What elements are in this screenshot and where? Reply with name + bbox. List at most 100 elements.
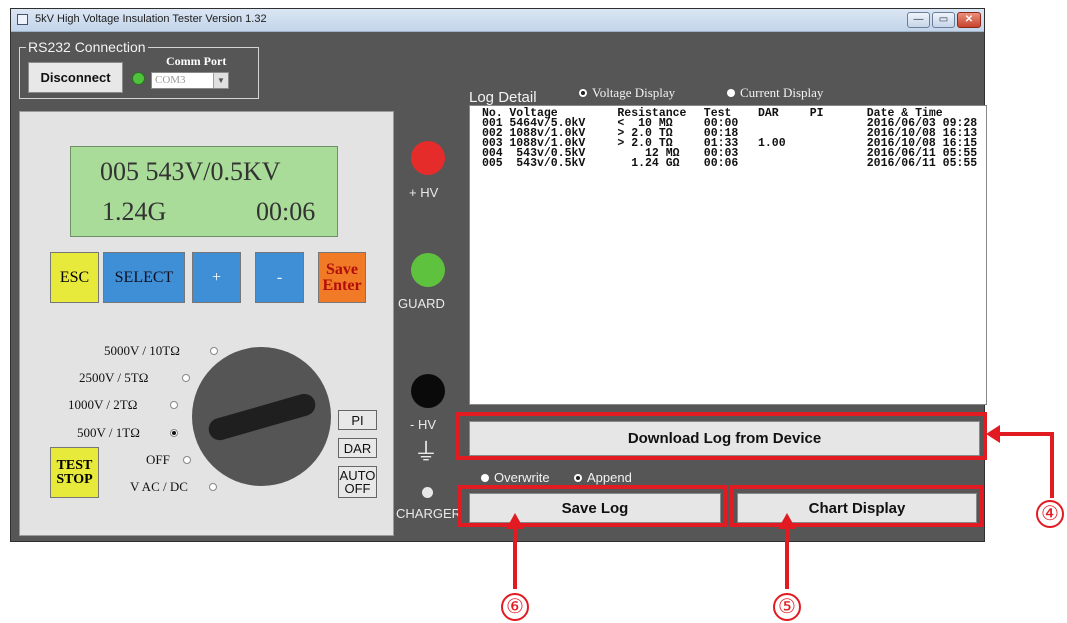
cell-no: 005 [482,157,503,170]
cell-pi [810,159,867,169]
arrow-4-horizontal [996,432,1054,436]
ground-icon: ⏚ [414,439,438,466]
cell-resistance: 1.24 GΩ [617,157,680,170]
range-off-radio[interactable] [183,456,191,464]
save-enter-button[interactable]: Save Enter [318,252,366,303]
hv-minus-terminal [411,374,445,408]
close-button[interactable]: ✕ [957,12,981,28]
highlight-chart-display [730,485,983,527]
dar-button[interactable]: DAR [338,438,377,458]
log-detail-title: Log Detail [469,89,537,106]
app-icon [17,14,28,25]
app-window: 5kV High Voltage Insulation Tester Versi… [10,8,987,542]
test-stop-label: TEST STOP [56,457,93,487]
cell-voltage: 543v/0.5kV [509,157,586,170]
esc-button[interactable]: ESC [50,252,99,303]
disconnect-button[interactable]: Disconnect [28,62,123,93]
rs232-connection-group: RS232 Connection Disconnect Comm Port CO… [19,39,259,99]
arrow-4-head [986,425,1000,443]
hv-plus-terminal [411,141,445,175]
arrow-6-shaft [513,527,517,589]
range-vacdc-label: V AC / DC [130,479,188,494]
callout-4: ④ [1036,500,1064,528]
knob-pointer [206,391,318,443]
chevron-down-icon[interactable]: ▼ [213,73,228,88]
comm-port-select[interactable]: COM3 ▼ [151,72,229,89]
range-5000v-label: 5000V / 10TΩ [104,343,180,358]
pi-button[interactable]: PI [338,410,377,430]
callout-5: ⑤ [773,593,801,621]
cell-pi [810,119,867,129]
cell-dar [758,149,810,159]
comm-port-label: Comm Port [166,54,227,68]
plus-button[interactable]: + [192,252,241,303]
highlight-download [455,412,987,460]
range-1000v-radio[interactable] [170,401,178,409]
connection-status-led [132,72,145,85]
overwrite-radio[interactable] [481,474,489,482]
auto-off-button[interactable]: AUTO OFF [338,466,377,498]
range-2500v-label: 2500V / 5TΩ [79,370,149,385]
log-detail-list[interactable]: No. Voltage Resistance Test DAR PI Date … [469,105,987,405]
guard-terminal [411,253,445,287]
append-label: Append [587,470,632,485]
guard-label: GUARD [398,296,445,311]
arrow-6-head [506,513,524,529]
test-stop-button[interactable]: TEST STOP [50,447,99,498]
minus-label: - [276,268,283,286]
charger-led [422,487,433,498]
range-vacdc-radio[interactable] [209,483,217,491]
comm-port-value: COM3 [155,74,186,86]
append-radio[interactable] [574,474,582,482]
test-label: TEST [56,457,93,473]
current-display-radio[interactable] [727,89,735,97]
cell-pi [810,129,867,139]
maximize-button[interactable]: ▭ [932,12,955,28]
overwrite-label: Overwrite [494,470,550,485]
callout-6: ⑥ [501,593,529,621]
append-option[interactable]: Append [574,470,632,485]
minimize-button[interactable]: — [907,12,930,28]
arrow-4-vertical [1050,432,1054,498]
voltage-display-radio[interactable] [579,89,587,97]
save-enter-label-2: Enter [322,276,362,294]
arrow-5-shaft [785,527,789,589]
overwrite-option[interactable]: Overwrite [481,470,550,485]
esc-label: ESC [59,268,90,286]
range-5000v-radio[interactable] [210,347,218,355]
highlight-save-log [458,485,727,527]
cell-dar [758,119,810,129]
voltage-display-label: Voltage Display [592,85,676,100]
range-selector-knob[interactable] [192,347,331,486]
title-bar: 5kV High Voltage Insulation Tester Versi… [11,9,984,32]
window-title: 5kV High Voltage Insulation Tester Versi… [35,13,267,25]
cell-pi [810,139,867,149]
range-2500v-radio[interactable] [182,374,190,382]
minus-button[interactable]: - [255,252,304,303]
current-display-option[interactable]: Current Display [727,85,823,101]
voltage-display-option[interactable]: Voltage Display [579,85,675,101]
range-500v-radio[interactable] [170,429,178,437]
current-display-label: Current Display [740,85,824,100]
range-500v-label: 500V / 1TΩ [77,425,140,440]
arrow-5-head [778,513,796,529]
lcd-time: 00:06 [256,197,316,226]
stop-label: STOP [56,471,93,487]
col-header-dar: DAR [757,107,779,120]
lcd-line-1: 005 543V/0.5KV [100,157,281,186]
cell-dar: 1.00 [757,137,786,150]
log-table: No. Voltage Resistance Test DAR PI Date … [482,107,986,170]
select-button[interactable]: SELECT [103,252,185,303]
rs232-legend: RS232 Connection [26,39,148,55]
cell-test: 00:06 [703,157,739,170]
table-row[interactable]: 005 543v/0.5kV 1.24 GΩ 00:06 2016/06/11 … [482,157,986,170]
range-off-label: OFF [146,452,170,467]
hv-plus-label: + HV [409,185,439,200]
device-panel: 005 543V/0.5KV 1.24G 00:06 ESC SELECT + … [19,111,394,536]
save-enter-label-1: Save [326,260,358,278]
cell-pi [810,149,867,159]
lcd-value: 1.24G [102,197,167,226]
select-label: SELECT [114,268,174,286]
auto-off-label-2: OFF [344,481,371,496]
charger-label: CHARGER [396,506,462,521]
